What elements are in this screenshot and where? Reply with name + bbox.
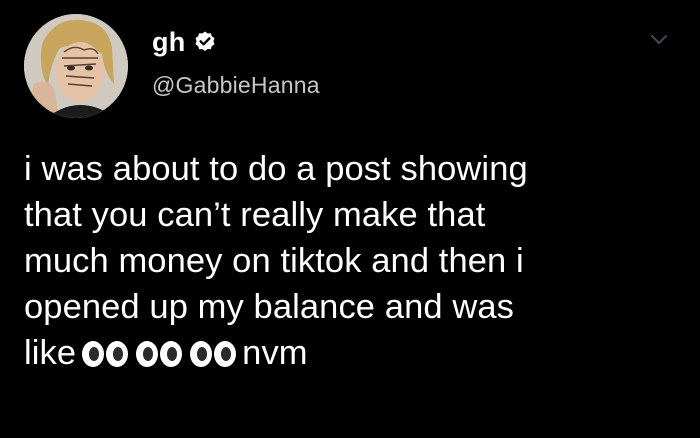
tweet-text-like: like <box>24 334 77 372</box>
tweet-text: i was about to do a post showing that yo… <box>24 146 674 376</box>
tweet-text-last-line: like nvm <box>24 330 674 376</box>
tweet-text-line: i was about to do a post showing <box>24 150 528 188</box>
user-handle[interactable]: @GabbieHanna <box>152 72 320 99</box>
eyes-emoji-icon <box>80 334 130 367</box>
verified-badge-icon <box>193 30 217 54</box>
tweet-card: gh @GabbieHanna i was about to do a post… <box>0 0 700 438</box>
eyes-emoji-icon <box>134 334 184 367</box>
display-name[interactable]: gh <box>152 27 185 58</box>
emoji-group <box>80 334 238 367</box>
eyes-emoji-icon <box>188 334 238 367</box>
tweet-text-line: opened up my balance and was <box>24 288 514 326</box>
author-name-row: gh <box>152 26 217 58</box>
tweet-text-nvm: nvm <box>242 334 308 372</box>
chevron-down-icon[interactable] <box>646 26 672 52</box>
tweet-text-line: much money on tiktok and then i <box>24 242 524 280</box>
avatar[interactable] <box>24 14 128 118</box>
tweet-text-line: that you can’t really make that <box>24 196 486 234</box>
